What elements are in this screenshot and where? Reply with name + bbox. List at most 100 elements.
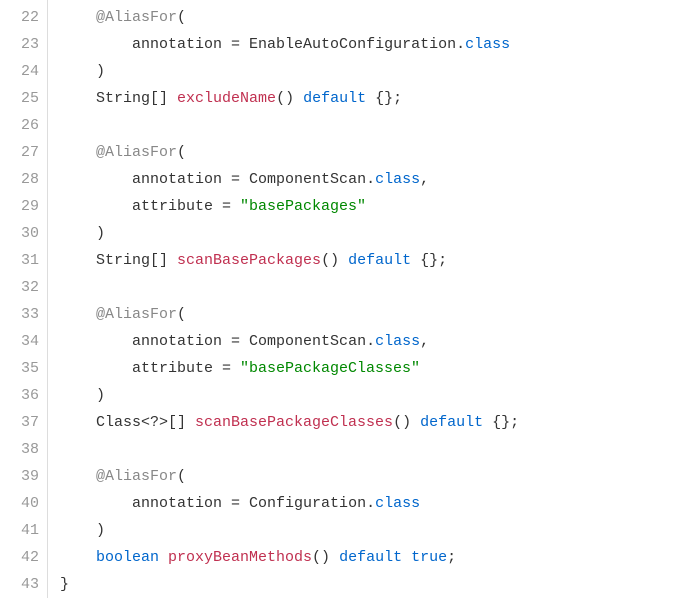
token-default: . — [456, 36, 465, 53]
token-default: , — [420, 171, 429, 188]
token-default: annotation — [132, 495, 231, 512]
token-paren: ( — [177, 306, 186, 323]
token-class: ComponentScan — [249, 171, 366, 188]
token-paren: () — [321, 252, 348, 269]
token-default: = — [222, 198, 240, 215]
line-number: 35 — [4, 355, 39, 382]
token-paren: ( — [177, 144, 186, 161]
token-default: = — [231, 333, 249, 350]
token-default: {}; — [420, 252, 447, 269]
code-line[interactable]: boolean proxyBeanMethods() default true; — [60, 544, 685, 571]
code-line[interactable] — [60, 274, 685, 301]
code-line[interactable]: } — [60, 571, 685, 598]
token-default: . — [366, 333, 375, 350]
code-line[interactable]: @AliasFor( — [60, 301, 685, 328]
code-editor-area[interactable]: @AliasFor(annotation = EnableAutoConfigu… — [48, 0, 685, 598]
token-default: [] — [150, 90, 177, 107]
code-line[interactable]: String[] excludeName() default {}; — [60, 85, 685, 112]
token-class: Configuration — [249, 495, 366, 512]
line-number: 24 — [4, 58, 39, 85]
token-paren: ( — [177, 468, 186, 485]
token-default: , — [420, 333, 429, 350]
token-default: <?>[] — [141, 414, 195, 431]
line-number: 40 — [4, 490, 39, 517]
line-number: 43 — [4, 571, 39, 598]
code-line[interactable]: attribute = "basePackages" — [60, 193, 685, 220]
token-default: {}; — [492, 414, 519, 431]
token-string: "basePackages" — [240, 198, 366, 215]
line-number: 31 — [4, 247, 39, 274]
line-number: 26 — [4, 112, 39, 139]
code-line[interactable]: @AliasFor( — [60, 4, 685, 31]
line-number: 23 — [4, 31, 39, 58]
code-line[interactable]: ) — [60, 220, 685, 247]
token-default: = — [231, 495, 249, 512]
token-keyword: default — [348, 252, 420, 269]
code-line[interactable]: annotation = Configuration.class — [60, 490, 685, 517]
line-number: 30 — [4, 220, 39, 247]
token-annotation: @AliasFor — [96, 9, 177, 26]
line-number: 32 — [4, 274, 39, 301]
token-default: } — [60, 576, 69, 593]
line-number-gutter: 2223242526272829303132333435363738394041… — [0, 0, 48, 598]
token-method: proxyBeanMethods — [168, 549, 312, 566]
token-default: attribute — [132, 360, 222, 377]
token-default: = — [231, 36, 249, 53]
token-method: excludeName — [177, 90, 276, 107]
code-line[interactable]: ) — [60, 517, 685, 544]
token-class: ComponentScan — [249, 333, 366, 350]
code-line[interactable]: ) — [60, 382, 685, 409]
token-class: String — [96, 252, 150, 269]
code-line[interactable]: ) — [60, 58, 685, 85]
code-line[interactable]: @AliasFor( — [60, 463, 685, 490]
token-default: . — [366, 171, 375, 188]
token-paren: ) — [96, 225, 105, 242]
code-line[interactable]: annotation = EnableAutoConfiguration.cla… — [60, 31, 685, 58]
code-line[interactable]: annotation = ComponentScan.class, — [60, 328, 685, 355]
token-class: EnableAutoConfiguration — [249, 36, 456, 53]
code-line[interactable]: String[] scanBasePackages() default {}; — [60, 247, 685, 274]
token-default: annotation — [132, 36, 231, 53]
token-paren: ) — [96, 387, 105, 404]
line-number: 39 — [4, 463, 39, 490]
line-number: 42 — [4, 544, 39, 571]
token-keyword: true — [411, 549, 447, 566]
token-default: annotation — [132, 333, 231, 350]
token-method: scanBasePackageClasses — [195, 414, 393, 431]
code-line[interactable]: @AliasFor( — [60, 139, 685, 166]
code-line[interactable]: Class<?>[] scanBasePackageClasses() defa… — [60, 409, 685, 436]
line-number: 29 — [4, 193, 39, 220]
code-line[interactable]: annotation = ComponentScan.class, — [60, 166, 685, 193]
token-class: String — [96, 90, 150, 107]
line-number: 25 — [4, 85, 39, 112]
token-method: scanBasePackages — [177, 252, 321, 269]
line-number: 33 — [4, 301, 39, 328]
token-paren: ( — [177, 9, 186, 26]
token-string: "basePackageClasses" — [240, 360, 420, 377]
code-line[interactable]: attribute = "basePackageClasses" — [60, 355, 685, 382]
token-annotation: @AliasFor — [96, 144, 177, 161]
line-number: 36 — [4, 382, 39, 409]
token-default: = — [222, 360, 240, 377]
token-default: {}; — [375, 90, 402, 107]
token-default: = — [231, 171, 249, 188]
token-keyword: class — [465, 36, 510, 53]
token-keyword: default — [303, 90, 375, 107]
token-paren: ) — [96, 522, 105, 539]
line-number: 27 — [4, 139, 39, 166]
line-number: 22 — [4, 4, 39, 31]
token-annotation: @AliasFor — [96, 468, 177, 485]
token-keyword: class — [375, 333, 420, 350]
token-keyword: class — [375, 171, 420, 188]
line-number: 37 — [4, 409, 39, 436]
token-annotation: @AliasFor — [96, 306, 177, 323]
token-paren: ) — [96, 63, 105, 80]
token-default: annotation — [132, 171, 231, 188]
token-default: . — [366, 495, 375, 512]
token-paren: () — [393, 414, 420, 431]
line-number: 38 — [4, 436, 39, 463]
line-number: 41 — [4, 517, 39, 544]
code-line[interactable] — [60, 112, 685, 139]
code-line[interactable] — [60, 436, 685, 463]
token-paren: () — [312, 549, 339, 566]
